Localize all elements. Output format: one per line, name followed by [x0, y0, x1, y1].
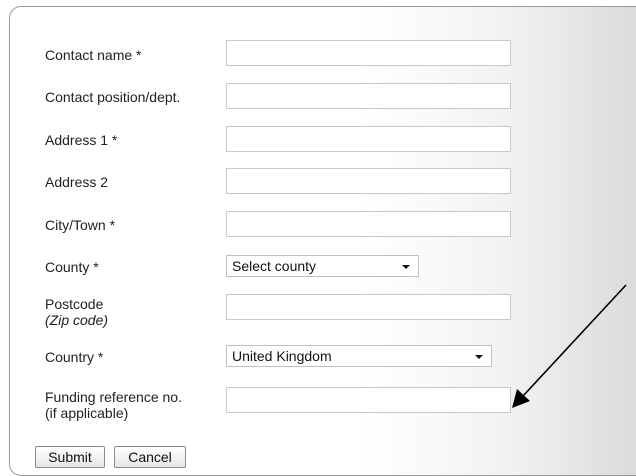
cancel-button[interactable]: Cancel	[114, 446, 186, 468]
submit-button[interactable]: Submit	[35, 446, 105, 468]
postcode-label-block: Postcode (Zip code)	[45, 296, 108, 328]
chevron-down-icon	[475, 355, 483, 359]
city-town-input[interactable]	[226, 211, 511, 237]
postcode-hint: (Zip code)	[45, 312, 109, 328]
county-select[interactable]: Select county	[226, 255, 419, 277]
funding-reference-label-block: Funding reference no. (if applicable)	[45, 389, 182, 421]
address-2-input[interactable]	[226, 168, 511, 194]
postcode-label: Postcode	[45, 296, 104, 312]
county-selected-value: Select county	[232, 258, 317, 274]
address-1-input[interactable]	[226, 126, 511, 152]
country-label: Country *	[45, 349, 104, 365]
funding-reference-input[interactable]	[226, 387, 511, 413]
contact-name-label: Contact name *	[45, 47, 142, 63]
address-1-label: Address 1 *	[45, 132, 118, 148]
county-label: County *	[45, 259, 99, 275]
contact-position-label: Contact position/dept.	[45, 89, 181, 105]
address-2-label: Address 2	[45, 174, 109, 190]
chevron-down-icon	[402, 265, 410, 269]
funding-reference-hint: (if applicable)	[45, 405, 129, 421]
postcode-input[interactable]	[226, 294, 511, 320]
contact-position-input[interactable]	[226, 83, 511, 109]
country-select[interactable]: United Kingdom	[226, 345, 492, 367]
city-town-label: City/Town *	[45, 217, 116, 233]
contact-name-input[interactable]	[226, 40, 511, 66]
funding-reference-label: Funding reference no.	[45, 389, 182, 405]
country-selected-value: United Kingdom	[232, 348, 332, 364]
